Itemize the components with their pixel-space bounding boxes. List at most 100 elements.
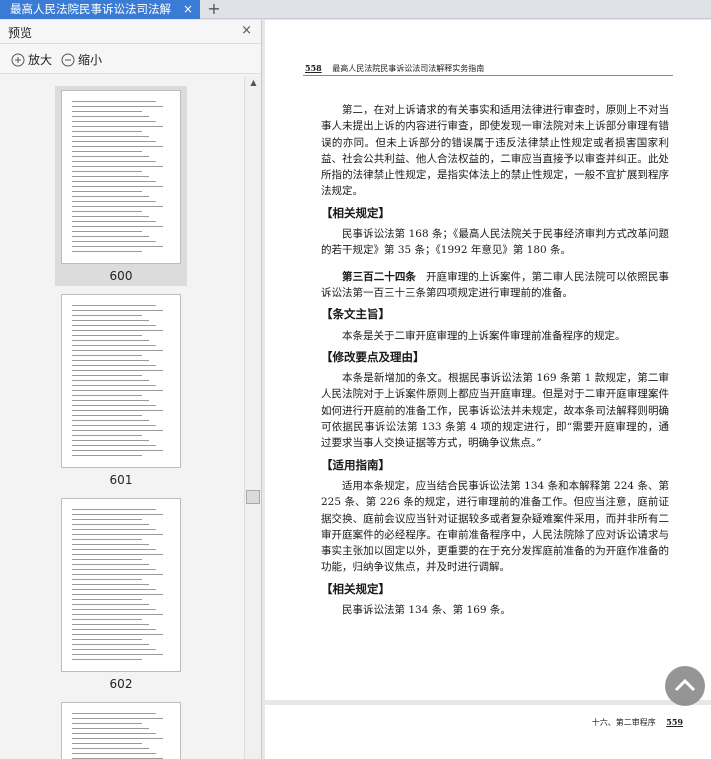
paragraph: 本条是新增加的条文。根据民事诉讼法第 169 条第 1 款规定，第二审人民法院对…: [321, 372, 669, 450]
document-viewer[interactable]: 558 最高人民法院民事诉讼法司法解释实务指南 第二，在对上诉请求的有关事实和适…: [263, 20, 711, 759]
close-icon[interactable]: ×: [241, 23, 252, 38]
scrollbar-thumb[interactable]: [246, 490, 260, 504]
thumbnail-text-line: [72, 604, 149, 605]
thumbnail-text-line: [72, 718, 163, 719]
zoom-toolbar: 放大 缩小: [0, 44, 261, 74]
thumbnail-text-line: [72, 131, 142, 132]
zoom-in-button[interactable]: 放大: [11, 51, 52, 68]
chapter-title: 十六、第二审程序: [591, 718, 656, 727]
page-number: 558: [305, 63, 322, 73]
tab-close-icon[interactable]: ×: [183, 0, 193, 19]
thumbnail-item[interactable]: 601: [55, 290, 187, 490]
thumbnail-text-line: [72, 649, 156, 650]
thumbnail-text-line: [72, 723, 142, 724]
thumbnail-text-line: [72, 211, 142, 212]
section-heading: 【相关规定】: [321, 581, 390, 596]
thumbnail-text-line: [72, 101, 156, 102]
thumbnail-page-image: [61, 702, 181, 759]
thumbnail-text-line: [72, 564, 149, 565]
thumbnail-text-line: [72, 191, 142, 192]
thumbnail-text-line: [72, 539, 142, 540]
thumbnail-text-line: [72, 181, 156, 182]
thumbnail-text-line: [72, 305, 156, 306]
thumbnail-text-line: [72, 315, 142, 316]
thumbnail-text-line: [72, 420, 149, 421]
thumbnail-text-line: [72, 111, 142, 112]
thumbnail-text-line: [72, 405, 156, 406]
thumbnail-text-line: [72, 609, 156, 610]
thumbnail-item[interactable]: 600: [55, 86, 187, 286]
thumbnail-text-line: [72, 728, 149, 729]
thumbnail-text-line: [72, 370, 163, 371]
thumbnail-text-line: [72, 350, 163, 351]
thumbnail-text-line: [72, 549, 156, 550]
thumbnail-text-line: [72, 554, 163, 555]
thumbnail-text-line: [72, 116, 149, 117]
thumbnail-text-line: [72, 654, 163, 655]
next-page-header: 十六、第二审程序 559: [592, 717, 683, 728]
thumbnail-text-line: [72, 141, 156, 142]
next-page-number: 559: [666, 717, 683, 727]
section-heading: 【适用指南】: [321, 457, 390, 472]
thumbnail-text-line: [72, 529, 156, 530]
chevron-up-icon: [674, 678, 696, 692]
zoom-out-button[interactable]: 缩小: [61, 51, 102, 68]
thumbnail-text-line: [72, 335, 142, 336]
thumbnail-text-line: [72, 445, 156, 446]
thumbnail-text-line: [72, 544, 149, 545]
thumbnail-item[interactable]: 602: [55, 494, 187, 694]
thumbnail-text-line: [72, 743, 142, 744]
thumbnail-text-line: [72, 236, 149, 237]
thumbnail-text-line: [72, 524, 149, 525]
thumbnail-page-number: 600: [109, 269, 133, 283]
thumbnail-text-line: [72, 151, 142, 152]
book-title: 最高人民法院民事诉讼法司法解释实务指南: [332, 64, 485, 73]
thumbnail-text-line: [72, 634, 163, 635]
thumbnail-text-line: [72, 579, 142, 580]
thumbnail-text-line: [72, 385, 156, 386]
thumbnail-text-line: [72, 514, 163, 515]
thumbnail-text-line: [72, 559, 142, 560]
thumbnail-text-line: [72, 206, 163, 207]
zoom-in-icon: [11, 53, 25, 66]
thumbnail-page-number: 601: [109, 473, 133, 487]
section-heading: 【条文主旨】: [321, 307, 390, 322]
thumbnail-text-line: [72, 584, 149, 585]
article-clause: 第三百二十四条 开庭审理的上诉案件，第二审人民法院可以依照民事诉讼法第一百三十三条…: [321, 269, 669, 302]
paragraph: 本条是关于二审开庭审理的上诉案件审理前准备程序的规定。: [342, 329, 626, 342]
thumbnail-text-line: [72, 251, 142, 252]
tab-document[interactable]: 最高人民法院民事诉讼法司法解 ×: [0, 0, 200, 19]
tab-bar: 最高人民法院民事诉讼法司法解 × +: [0, 0, 711, 19]
thumbnail-item[interactable]: [55, 698, 187, 759]
next-document-page: 十六、第二审程序 559: [265, 705, 711, 759]
tab-title: 最高人民法院民事诉讼法司法解: [10, 2, 171, 16]
thumbnail-text-line: [72, 753, 156, 754]
thumbnail-text-line: [72, 619, 142, 620]
thumbnail-text-line: [72, 644, 149, 645]
thumbnail-text-line: [72, 738, 163, 739]
thumbnail-text-line: [72, 430, 163, 431]
thumbnail-text-line: [72, 310, 163, 311]
sidebar-scrollbar[interactable]: ▲: [244, 76, 261, 759]
thumbnail-text-line: [72, 629, 156, 630]
thumbnail-text-line: [72, 375, 142, 376]
page-header: 558 最高人民法院民事诉讼法司法解释实务指南: [305, 63, 484, 74]
thumbnail-text-line: [72, 241, 156, 242]
thumbnail-text-line: [72, 395, 142, 396]
back-to-top-button[interactable]: [665, 666, 705, 706]
thumbnail-text-line: [72, 121, 156, 122]
thumbnail-text-line: [72, 415, 142, 416]
paragraph: 适用本条规定，应当结合民事诉讼法第 134 条和本解释第 224 条、第 225…: [321, 479, 669, 574]
preview-title: 预览: [8, 26, 33, 40]
scroll-up-arrow-icon[interactable]: ▲: [245, 76, 262, 90]
thumbnail-text-line: [72, 106, 163, 107]
thumbnail-list: 600 601 602: [0, 76, 244, 759]
new-tab-button[interactable]: +: [205, 0, 223, 19]
thumbnail-text-line: [72, 246, 163, 247]
thumbnail-text-line: [72, 624, 149, 625]
zoom-out-icon: [61, 53, 75, 66]
thumbnail-page-image: [61, 90, 181, 264]
thumbnail-text-line: [72, 519, 142, 520]
thumbnail-text-line: [72, 594, 163, 595]
header-divider: [303, 75, 673, 76]
